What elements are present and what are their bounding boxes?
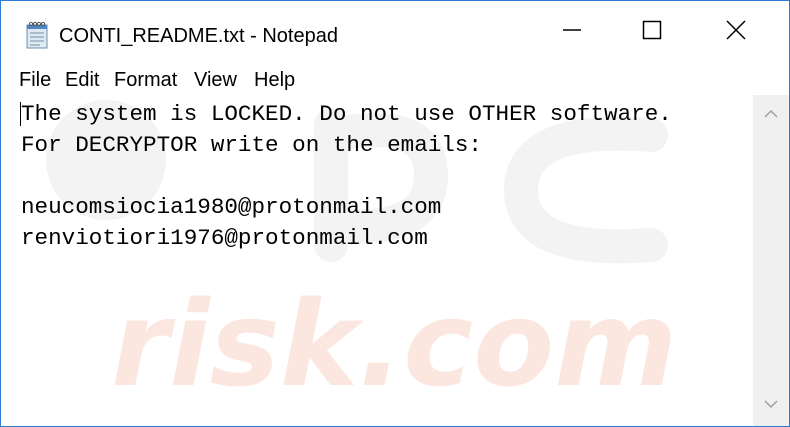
menu-file[interactable]: File [19, 69, 51, 92]
text-line: The system is LOCKED. Do not use OTHER s… [21, 101, 672, 127]
close-button[interactable] [713, 1, 759, 63]
close-icon [726, 19, 746, 45]
text-line: renviotiori1976@protonmail.com [21, 225, 428, 251]
menu-bar: File Edit Format View Help [1, 63, 789, 95]
text-line: neucomsiocia1980@protonmail.com [21, 194, 442, 220]
text-line: For DECRYPTOR write on the emails: [21, 132, 482, 158]
menu-view[interactable]: View [194, 69, 237, 92]
notepad-window: CONTI_README.txt - Notepad File Edit For… [0, 0, 790, 427]
maximize-button[interactable] [629, 1, 675, 63]
notepad-icon [25, 21, 49, 49]
maximize-icon [642, 20, 662, 45]
chevron-down-icon [764, 396, 778, 414]
scroll-down-button[interactable] [753, 391, 789, 419]
menu-format[interactable]: Format [114, 69, 177, 92]
minimize-button[interactable] [549, 1, 595, 63]
scroll-up-button[interactable] [753, 101, 789, 129]
menu-help[interactable]: Help [254, 69, 295, 92]
svg-text:risk.com: risk.com [111, 275, 677, 413]
text-editor[interactable]: risk.com The system is LOCKED. Do not us… [1, 95, 753, 426]
menu-edit[interactable]: Edit [65, 69, 99, 92]
title-bar[interactable]: CONTI_README.txt - Notepad [1, 1, 789, 63]
minimize-icon [562, 20, 582, 45]
vertical-scrollbar[interactable] [753, 95, 789, 426]
chevron-up-icon [764, 106, 778, 124]
window-title: CONTI_README.txt - Notepad [59, 25, 338, 47]
